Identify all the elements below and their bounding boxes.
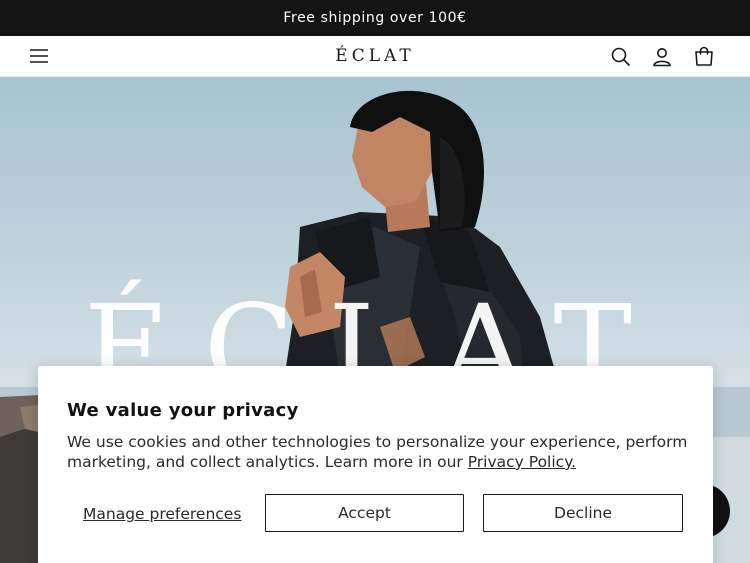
accept-button[interactable]: Accept bbox=[265, 494, 464, 532]
cookie-title: We value your privacy bbox=[67, 400, 299, 421]
cart-icon[interactable] bbox=[692, 45, 716, 69]
search-icon[interactable] bbox=[609, 45, 633, 69]
site-logo[interactable]: ÉCLAT bbox=[0, 46, 750, 66]
site-header: ÉCLAT bbox=[0, 36, 750, 77]
cookie-body-text: We use cookies and other technologies to… bbox=[67, 433, 688, 471]
account-icon[interactable] bbox=[650, 45, 674, 69]
announcement-bar: Free shipping over 100€ bbox=[0, 0, 750, 36]
announcement-text: Free shipping over 100€ bbox=[283, 10, 467, 26]
manage-preferences-link[interactable]: Manage preferences bbox=[83, 505, 241, 523]
decline-button[interactable]: Decline bbox=[483, 494, 683, 532]
privacy-policy-link[interactable]: Privacy Policy. bbox=[468, 453, 576, 471]
cookie-consent-dialog: We value your privacy We use cookies and… bbox=[38, 366, 713, 563]
cookie-description: We use cookies and other technologies to… bbox=[67, 432, 692, 472]
